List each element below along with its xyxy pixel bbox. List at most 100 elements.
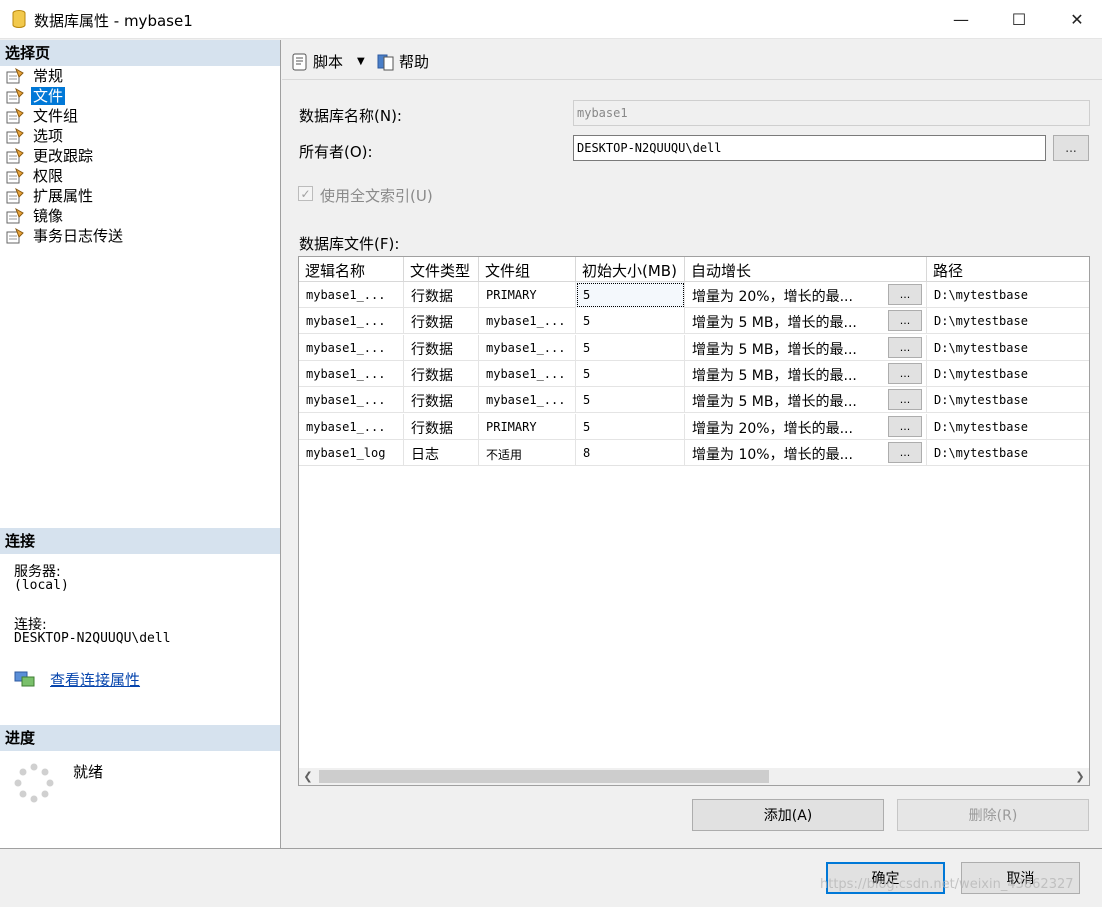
- help-button[interactable]: 帮助: [376, 51, 429, 72]
- table-cell[interactable]: 不适用: [479, 439, 576, 466]
- table-cell[interactable]: mybase1_...: [299, 282, 404, 308]
- table-cell[interactable]: 增量为 10%，增长的最......: [685, 439, 927, 466]
- table-cell[interactable]: mybase1_...: [479, 308, 576, 335]
- page-item[interactable]: 常规: [5, 66, 125, 86]
- table-cell[interactable]: 增量为 20%，增长的最......: [685, 413, 927, 440]
- table-cell[interactable]: mybase1_log: [299, 439, 404, 466]
- autogrowth-edit-button[interactable]: ...: [888, 336, 922, 358]
- cell-text: 5: [583, 340, 591, 355]
- table-cell[interactable]: D:\mytestbase: [927, 361, 1089, 387]
- script-button[interactable]: 脚本 ▼: [290, 51, 365, 72]
- table-cell[interactable]: 8: [576, 439, 685, 466]
- page-item[interactable]: 镜像: [5, 206, 125, 226]
- table-cell[interactable]: D:\mytestbase: [927, 282, 1089, 308]
- cell-text: mybase1_...: [486, 314, 566, 329]
- page-item[interactable]: 更改跟踪: [5, 146, 125, 166]
- grid-column-header[interactable]: 初始大小(MB): [576, 257, 685, 282]
- table-cell[interactable]: 行数据: [404, 387, 479, 414]
- owner-browse-button[interactable]: ...: [1053, 135, 1089, 161]
- page-icon: [6, 107, 24, 124]
- table-cell[interactable]: 增量为 5 MB，增长的最......: [685, 360, 927, 387]
- title-bar: 数据库属性 - mybase1 — ☐ ✕: [0, 0, 1102, 39]
- table-cell[interactable]: 行数据: [404, 413, 479, 440]
- autogrowth-edit-button[interactable]: ...: [888, 441, 922, 463]
- page-icon: [6, 127, 24, 144]
- cell-text: 5: [583, 419, 591, 434]
- horizontal-scrollbar[interactable]: ❮ ❯: [299, 768, 1089, 785]
- grid-column-header[interactable]: 逻辑名称: [299, 257, 404, 282]
- page-item[interactable]: 选项: [5, 126, 125, 146]
- table-row[interactable]: mybase1_... 行数据 PRIMARY 5 增量为 20%，增长的最......…: [299, 413, 1089, 440]
- table-cell[interactable]: 行数据: [404, 360, 479, 387]
- scroll-thumb[interactable]: [319, 770, 769, 783]
- table-cell[interactable]: mybase1_...: [299, 413, 404, 440]
- scroll-right-icon[interactable]: ❯: [1071, 768, 1089, 785]
- table-cell[interactable]: 5: [576, 360, 685, 387]
- page-item[interactable]: 事务日志传送: [5, 226, 125, 246]
- autogrowth-edit-button[interactable]: ...: [888, 362, 922, 384]
- page-item[interactable]: 文件: [5, 86, 125, 106]
- cell-text: mybase1_...: [306, 340, 386, 355]
- autogrowth-edit-button[interactable]: ...: [888, 284, 922, 305]
- remove-button[interactable]: 删除(R): [897, 799, 1089, 831]
- fulltext-checkbox: ✓: [298, 186, 313, 201]
- page-item[interactable]: 文件组: [5, 106, 125, 126]
- table-cell[interactable]: mybase1_...: [479, 360, 576, 387]
- table-cell[interactable]: 5: [576, 387, 685, 414]
- table-cell[interactable]: 5: [576, 413, 685, 440]
- table-cell[interactable]: 5: [576, 308, 685, 335]
- minimize-button[interactable]: —: [932, 0, 990, 39]
- table-cell[interactable]: 5: [576, 282, 685, 308]
- table-cell[interactable]: 日志: [404, 439, 479, 466]
- autogrowth-edit-button[interactable]: ...: [888, 310, 922, 332]
- grid-column-header[interactable]: 文件组: [479, 257, 576, 282]
- owner-field[interactable]: DESKTOP-N2QUUQU\dell: [573, 135, 1046, 161]
- table-cell[interactable]: 5: [576, 334, 685, 361]
- scroll-left-icon[interactable]: ❮: [299, 768, 317, 785]
- table-row[interactable]: mybase1_log 日志 不适用 8 增量为 10%，增长的最...... D:\my…: [299, 439, 1089, 466]
- cell-text: 行数据: [411, 341, 453, 358]
- maximize-button[interactable]: ☐: [990, 0, 1048, 39]
- table-cell[interactable]: D:\mytestbase: [927, 308, 1089, 334]
- page-item[interactable]: 权限: [5, 166, 125, 186]
- table-cell[interactable]: D:\mytestbase: [927, 414, 1089, 440]
- cell-text: 增量为 5 MB，增长的最...: [692, 367, 857, 384]
- table-cell[interactable]: mybase1_...: [479, 334, 576, 361]
- page-item-label: 扩展属性: [33, 187, 94, 205]
- chevron-down-icon[interactable]: ▼: [357, 56, 365, 67]
- grid-column-header[interactable]: 文件类型: [404, 257, 479, 282]
- table-cell[interactable]: mybase1_...: [299, 387, 404, 414]
- table-cell[interactable]: D:\mytestbase: [927, 335, 1089, 361]
- page-item-label: 事务日志传送: [33, 227, 124, 245]
- table-cell[interactable]: 行数据: [404, 308, 479, 335]
- grid-column-header[interactable]: 路径: [927, 257, 1089, 282]
- window-title: 数据库属性 - mybase1: [34, 12, 193, 30]
- table-cell[interactable]: mybase1_...: [299, 360, 404, 387]
- table-cell[interactable]: mybase1_...: [299, 308, 404, 335]
- autogrowth-edit-button[interactable]: ...: [888, 415, 922, 437]
- page-item[interactable]: 扩展属性: [5, 186, 125, 206]
- table-cell[interactable]: 行数据: [404, 282, 479, 308]
- table-cell[interactable]: PRIMARY: [479, 282, 576, 308]
- view-connection-properties-link[interactable]: 查看连接属性: [50, 669, 140, 690]
- table-cell[interactable]: D:\mytestbase: [927, 440, 1089, 466]
- add-button[interactable]: 添加(A): [692, 799, 884, 831]
- table-cell[interactable]: 增量为 5 MB，增长的最......: [685, 308, 927, 335]
- table-cell[interactable]: 行数据: [404, 334, 479, 361]
- table-cell[interactable]: 增量为 20%，增长的最......: [685, 282, 927, 308]
- table-cell[interactable]: 增量为 5 MB，增长的最......: [685, 334, 927, 361]
- table-cell[interactable]: 增量为 5 MB，增长的最......: [685, 387, 927, 414]
- table-row[interactable]: mybase1_... 行数据 mybase1_... 5 增量为 5 MB，增长的最.…: [299, 334, 1089, 361]
- cell-text: mybase1_...: [486, 340, 566, 355]
- table-row[interactable]: mybase1_... 行数据 mybase1_... 5 增量为 5 MB，增长的最.…: [299, 387, 1089, 414]
- grid-column-header[interactable]: 自动增长: [685, 257, 927, 282]
- table-cell[interactable]: mybase1_...: [479, 387, 576, 414]
- autogrowth-edit-button[interactable]: ...: [888, 389, 922, 411]
- close-button[interactable]: ✕: [1048, 0, 1102, 39]
- table-cell[interactable]: mybase1_...: [299, 334, 404, 361]
- table-row[interactable]: mybase1_... 行数据 PRIMARY 5 增量为 20%，增长的最......…: [299, 282, 1089, 308]
- table-cell[interactable]: PRIMARY: [479, 413, 576, 440]
- table-row[interactable]: mybase1_... 行数据 mybase1_... 5 增量为 5 MB，增长的最.…: [299, 360, 1089, 387]
- table-cell[interactable]: D:\mytestbase: [927, 387, 1089, 413]
- table-row[interactable]: mybase1_... 行数据 mybase1_... 5 增量为 5 MB，增长的最.…: [299, 308, 1089, 335]
